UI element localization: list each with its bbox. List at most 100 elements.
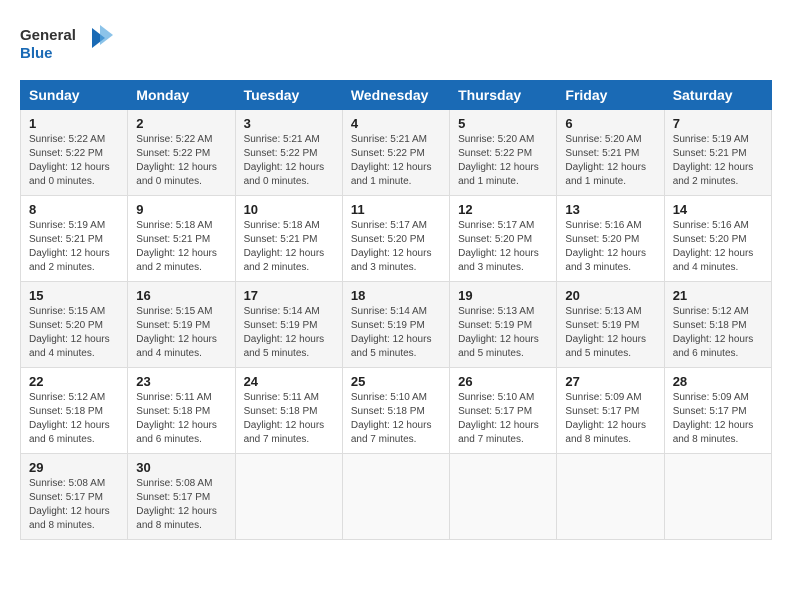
calendar-cell: 24 Sunrise: 5:11 AM Sunset: 5:18 PM Dayl… [235,368,342,454]
day-number: 26 [458,374,548,389]
day-info: Sunrise: 5:17 AM Sunset: 5:20 PM Dayligh… [351,219,441,275]
calendar-cell: 5 Sunrise: 5:20 AM Sunset: 5:22 PM Dayli… [450,110,557,196]
day-info: Sunrise: 5:10 AM Sunset: 5:17 PM Dayligh… [458,391,548,447]
day-number: 16 [136,288,226,303]
calendar-cell: 20 Sunrise: 5:13 AM Sunset: 5:19 PM Dayl… [557,282,664,368]
calendar-cell: 14 Sunrise: 5:16 AM Sunset: 5:20 PM Dayl… [664,196,771,282]
calendar-cell: 15 Sunrise: 5:15 AM Sunset: 5:20 PM Dayl… [21,282,128,368]
calendar-cell: 17 Sunrise: 5:14 AM Sunset: 5:19 PM Dayl… [235,282,342,368]
day-info: Sunrise: 5:21 AM Sunset: 5:22 PM Dayligh… [351,133,441,189]
day-info: Sunrise: 5:09 AM Sunset: 5:17 PM Dayligh… [565,391,655,447]
svg-text:General: General [20,27,76,44]
day-number: 8 [29,202,119,217]
day-number: 18 [351,288,441,303]
page-header: General Blue [20,20,772,70]
day-number: 22 [29,374,119,389]
day-number: 6 [565,116,655,131]
calendar-header-monday: Monday [128,81,235,110]
calendar-cell [235,454,342,540]
day-info: Sunrise: 5:13 AM Sunset: 5:19 PM Dayligh… [458,305,548,361]
day-number: 17 [244,288,334,303]
day-info: Sunrise: 5:10 AM Sunset: 5:18 PM Dayligh… [351,391,441,447]
calendar-cell: 4 Sunrise: 5:21 AM Sunset: 5:22 PM Dayli… [342,110,449,196]
calendar-cell: 22 Sunrise: 5:12 AM Sunset: 5:18 PM Dayl… [21,368,128,454]
day-info: Sunrise: 5:18 AM Sunset: 5:21 PM Dayligh… [136,219,226,275]
calendar-cell [450,454,557,540]
calendar-cell: 11 Sunrise: 5:17 AM Sunset: 5:20 PM Dayl… [342,196,449,282]
calendar-week-row: 22 Sunrise: 5:12 AM Sunset: 5:18 PM Dayl… [21,368,772,454]
day-info: Sunrise: 5:20 AM Sunset: 5:21 PM Dayligh… [565,133,655,189]
calendar-cell: 27 Sunrise: 5:09 AM Sunset: 5:17 PM Dayl… [557,368,664,454]
day-info: Sunrise: 5:11 AM Sunset: 5:18 PM Dayligh… [136,391,226,447]
calendar-cell: 23 Sunrise: 5:11 AM Sunset: 5:18 PM Dayl… [128,368,235,454]
day-number: 11 [351,202,441,217]
calendar-cell: 7 Sunrise: 5:19 AM Sunset: 5:21 PM Dayli… [664,110,771,196]
calendar-cell: 18 Sunrise: 5:14 AM Sunset: 5:19 PM Dayl… [342,282,449,368]
day-number: 5 [458,116,548,131]
day-info: Sunrise: 5:15 AM Sunset: 5:19 PM Dayligh… [136,305,226,361]
calendar-header-tuesday: Tuesday [235,81,342,110]
day-number: 10 [244,202,334,217]
day-info: Sunrise: 5:15 AM Sunset: 5:20 PM Dayligh… [29,305,119,361]
day-number: 4 [351,116,441,131]
day-info: Sunrise: 5:18 AM Sunset: 5:21 PM Dayligh… [244,219,334,275]
day-info: Sunrise: 5:17 AM Sunset: 5:20 PM Dayligh… [458,219,548,275]
day-number: 13 [565,202,655,217]
calendar-cell: 28 Sunrise: 5:09 AM Sunset: 5:17 PM Dayl… [664,368,771,454]
calendar-cell: 25 Sunrise: 5:10 AM Sunset: 5:18 PM Dayl… [342,368,449,454]
calendar-cell [664,454,771,540]
calendar-cell: 19 Sunrise: 5:13 AM Sunset: 5:19 PM Dayl… [450,282,557,368]
day-info: Sunrise: 5:09 AM Sunset: 5:17 PM Dayligh… [673,391,763,447]
svg-text:Blue: Blue [20,45,53,62]
day-info: Sunrise: 5:16 AM Sunset: 5:20 PM Dayligh… [565,219,655,275]
day-number: 9 [136,202,226,217]
day-number: 24 [244,374,334,389]
calendar-cell: 8 Sunrise: 5:19 AM Sunset: 5:21 PM Dayli… [21,196,128,282]
calendar-cell: 26 Sunrise: 5:10 AM Sunset: 5:17 PM Dayl… [450,368,557,454]
day-info: Sunrise: 5:22 AM Sunset: 5:22 PM Dayligh… [136,133,226,189]
calendar-cell: 29 Sunrise: 5:08 AM Sunset: 5:17 PM Dayl… [21,454,128,540]
calendar-cell: 2 Sunrise: 5:22 AM Sunset: 5:22 PM Dayli… [128,110,235,196]
day-info: Sunrise: 5:21 AM Sunset: 5:22 PM Dayligh… [244,133,334,189]
calendar-cell: 10 Sunrise: 5:18 AM Sunset: 5:21 PM Dayl… [235,196,342,282]
day-number: 14 [673,202,763,217]
calendar-header-row: SundayMondayTuesdayWednesdayThursdayFrid… [21,81,772,110]
day-info: Sunrise: 5:12 AM Sunset: 5:18 PM Dayligh… [29,391,119,447]
day-info: Sunrise: 5:13 AM Sunset: 5:19 PM Dayligh… [565,305,655,361]
calendar-week-row: 8 Sunrise: 5:19 AM Sunset: 5:21 PM Dayli… [21,196,772,282]
day-number: 28 [673,374,763,389]
calendar-body: 1 Sunrise: 5:22 AM Sunset: 5:22 PM Dayli… [21,110,772,540]
calendar-header-sunday: Sunday [21,81,128,110]
calendar-week-row: 15 Sunrise: 5:15 AM Sunset: 5:20 PM Dayl… [21,282,772,368]
day-number: 1 [29,116,119,131]
day-info: Sunrise: 5:12 AM Sunset: 5:18 PM Dayligh… [673,305,763,361]
calendar-header-friday: Friday [557,81,664,110]
day-info: Sunrise: 5:19 AM Sunset: 5:21 PM Dayligh… [673,133,763,189]
logo: General Blue [20,20,120,70]
calendar-header-thursday: Thursday [450,81,557,110]
calendar-cell: 13 Sunrise: 5:16 AM Sunset: 5:20 PM Dayl… [557,196,664,282]
day-number: 19 [458,288,548,303]
day-number: 7 [673,116,763,131]
day-info: Sunrise: 5:08 AM Sunset: 5:17 PM Dayligh… [29,477,119,533]
day-info: Sunrise: 5:16 AM Sunset: 5:20 PM Dayligh… [673,219,763,275]
day-info: Sunrise: 5:20 AM Sunset: 5:22 PM Dayligh… [458,133,548,189]
day-number: 29 [29,460,119,475]
calendar-cell: 21 Sunrise: 5:12 AM Sunset: 5:18 PM Dayl… [664,282,771,368]
day-info: Sunrise: 5:08 AM Sunset: 5:17 PM Dayligh… [136,477,226,533]
day-number: 23 [136,374,226,389]
calendar-header-wednesday: Wednesday [342,81,449,110]
calendar-cell: 9 Sunrise: 5:18 AM Sunset: 5:21 PM Dayli… [128,196,235,282]
day-info: Sunrise: 5:14 AM Sunset: 5:19 PM Dayligh… [244,305,334,361]
day-info: Sunrise: 5:19 AM Sunset: 5:21 PM Dayligh… [29,219,119,275]
day-number: 30 [136,460,226,475]
calendar-cell: 6 Sunrise: 5:20 AM Sunset: 5:21 PM Dayli… [557,110,664,196]
calendar-week-row: 29 Sunrise: 5:08 AM Sunset: 5:17 PM Dayl… [21,454,772,540]
day-number: 3 [244,116,334,131]
day-number: 21 [673,288,763,303]
day-number: 20 [565,288,655,303]
calendar-cell: 30 Sunrise: 5:08 AM Sunset: 5:17 PM Dayl… [128,454,235,540]
calendar-cell: 3 Sunrise: 5:21 AM Sunset: 5:22 PM Dayli… [235,110,342,196]
day-number: 12 [458,202,548,217]
day-info: Sunrise: 5:22 AM Sunset: 5:22 PM Dayligh… [29,133,119,189]
